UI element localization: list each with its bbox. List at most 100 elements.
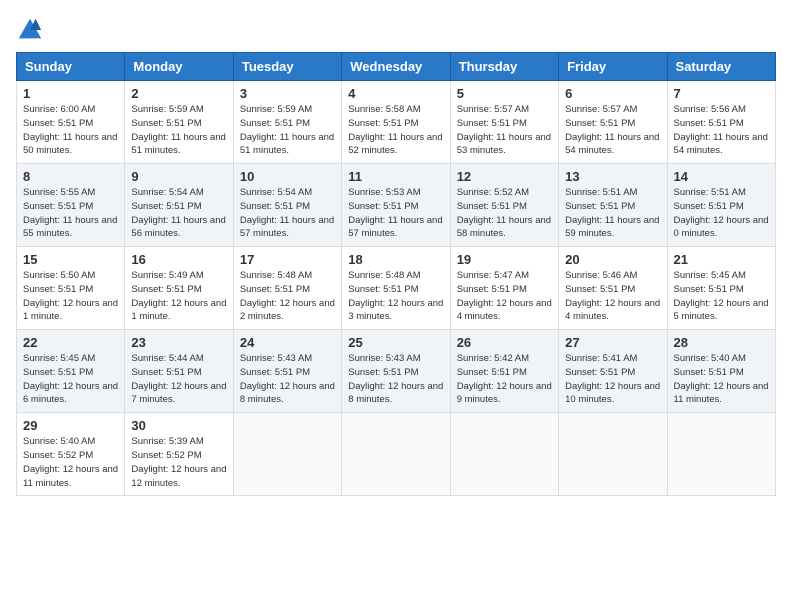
calendar-week-1: 1 Sunrise: 6:00 AMSunset: 5:51 PMDayligh… [17,81,776,164]
day-info: Sunrise: 5:44 AMSunset: 5:51 PMDaylight:… [131,352,226,407]
day-number: 11 [348,169,443,184]
calendar-cell: 9 Sunrise: 5:54 AMSunset: 5:51 PMDayligh… [125,164,233,247]
calendar-cell: 6 Sunrise: 5:57 AMSunset: 5:51 PMDayligh… [559,81,667,164]
day-number: 17 [240,252,335,267]
day-info: Sunrise: 5:40 AMSunset: 5:51 PMDaylight:… [674,352,769,407]
calendar-cell: 20 Sunrise: 5:46 AMSunset: 5:51 PMDaylig… [559,247,667,330]
day-info: Sunrise: 5:45 AMSunset: 5:51 PMDaylight:… [23,352,118,407]
day-info: Sunrise: 5:39 AMSunset: 5:52 PMDaylight:… [131,435,226,490]
calendar-cell: 21 Sunrise: 5:45 AMSunset: 5:51 PMDaylig… [667,247,775,330]
day-info: Sunrise: 5:42 AMSunset: 5:51 PMDaylight:… [457,352,552,407]
day-info: Sunrise: 5:51 AMSunset: 5:51 PMDaylight:… [674,186,769,241]
calendar-cell: 8 Sunrise: 5:55 AMSunset: 5:51 PMDayligh… [17,164,125,247]
day-number: 12 [457,169,552,184]
weekday-header-wednesday: Wednesday [342,53,450,81]
day-number: 10 [240,169,335,184]
weekday-header-row: SundayMondayTuesdayWednesdayThursdayFrid… [17,53,776,81]
calendar-cell: 14 Sunrise: 5:51 AMSunset: 5:51 PMDaylig… [667,164,775,247]
day-number: 2 [131,86,226,101]
calendar-cell [559,413,667,496]
calendar-table: SundayMondayTuesdayWednesdayThursdayFrid… [16,52,776,496]
day-number: 22 [23,335,118,350]
calendar-cell: 22 Sunrise: 5:45 AMSunset: 5:51 PMDaylig… [17,330,125,413]
calendar-cell: 30 Sunrise: 5:39 AMSunset: 5:52 PMDaylig… [125,413,233,496]
calendar-cell [342,413,450,496]
calendar-cell: 3 Sunrise: 5:59 AMSunset: 5:51 PMDayligh… [233,81,341,164]
day-number: 29 [23,418,118,433]
calendar-cell: 29 Sunrise: 5:40 AMSunset: 5:52 PMDaylig… [17,413,125,496]
day-number: 23 [131,335,226,350]
calendar-cell: 2 Sunrise: 5:59 AMSunset: 5:51 PMDayligh… [125,81,233,164]
day-info: Sunrise: 5:56 AMSunset: 5:51 PMDaylight:… [674,103,769,158]
day-number: 6 [565,86,660,101]
day-number: 1 [23,86,118,101]
page-header [16,16,776,44]
day-number: 14 [674,169,769,184]
day-info: Sunrise: 5:43 AMSunset: 5:51 PMDaylight:… [240,352,335,407]
day-info: Sunrise: 5:53 AMSunset: 5:51 PMDaylight:… [348,186,443,241]
day-number: 15 [23,252,118,267]
day-info: Sunrise: 6:00 AMSunset: 5:51 PMDaylight:… [23,103,118,158]
day-info: Sunrise: 5:47 AMSunset: 5:51 PMDaylight:… [457,269,552,324]
logo-icon [16,16,44,44]
day-info: Sunrise: 5:51 AMSunset: 5:51 PMDaylight:… [565,186,660,241]
day-info: Sunrise: 5:48 AMSunset: 5:51 PMDaylight:… [348,269,443,324]
day-number: 9 [131,169,226,184]
weekday-header-thursday: Thursday [450,53,558,81]
day-info: Sunrise: 5:43 AMSunset: 5:51 PMDaylight:… [348,352,443,407]
calendar-cell [667,413,775,496]
day-number: 18 [348,252,443,267]
day-info: Sunrise: 5:46 AMSunset: 5:51 PMDaylight:… [565,269,660,324]
calendar-cell: 27 Sunrise: 5:41 AMSunset: 5:51 PMDaylig… [559,330,667,413]
day-number: 25 [348,335,443,350]
calendar-cell: 7 Sunrise: 5:56 AMSunset: 5:51 PMDayligh… [667,81,775,164]
calendar-week-5: 29 Sunrise: 5:40 AMSunset: 5:52 PMDaylig… [17,413,776,496]
day-info: Sunrise: 5:49 AMSunset: 5:51 PMDaylight:… [131,269,226,324]
calendar-week-4: 22 Sunrise: 5:45 AMSunset: 5:51 PMDaylig… [17,330,776,413]
logo [16,16,48,44]
calendar-cell: 5 Sunrise: 5:57 AMSunset: 5:51 PMDayligh… [450,81,558,164]
day-info: Sunrise: 5:50 AMSunset: 5:51 PMDaylight:… [23,269,118,324]
day-info: Sunrise: 5:55 AMSunset: 5:51 PMDaylight:… [23,186,118,241]
day-number: 28 [674,335,769,350]
day-number: 13 [565,169,660,184]
day-info: Sunrise: 5:59 AMSunset: 5:51 PMDaylight:… [131,103,226,158]
day-info: Sunrise: 5:57 AMSunset: 5:51 PMDaylight:… [565,103,660,158]
day-info: Sunrise: 5:48 AMSunset: 5:51 PMDaylight:… [240,269,335,324]
day-number: 4 [348,86,443,101]
day-info: Sunrise: 5:54 AMSunset: 5:51 PMDaylight:… [131,186,226,241]
day-number: 20 [565,252,660,267]
calendar-cell: 12 Sunrise: 5:52 AMSunset: 5:51 PMDaylig… [450,164,558,247]
weekday-header-friday: Friday [559,53,667,81]
day-number: 27 [565,335,660,350]
day-number: 7 [674,86,769,101]
calendar-cell: 26 Sunrise: 5:42 AMSunset: 5:51 PMDaylig… [450,330,558,413]
day-info: Sunrise: 5:58 AMSunset: 5:51 PMDaylight:… [348,103,443,158]
day-number: 30 [131,418,226,433]
day-number: 16 [131,252,226,267]
day-number: 26 [457,335,552,350]
day-info: Sunrise: 5:54 AMSunset: 5:51 PMDaylight:… [240,186,335,241]
calendar-cell: 23 Sunrise: 5:44 AMSunset: 5:51 PMDaylig… [125,330,233,413]
day-number: 19 [457,252,552,267]
calendar-cell: 24 Sunrise: 5:43 AMSunset: 5:51 PMDaylig… [233,330,341,413]
calendar-cell: 25 Sunrise: 5:43 AMSunset: 5:51 PMDaylig… [342,330,450,413]
calendar-week-2: 8 Sunrise: 5:55 AMSunset: 5:51 PMDayligh… [17,164,776,247]
calendar-cell: 15 Sunrise: 5:50 AMSunset: 5:51 PMDaylig… [17,247,125,330]
calendar-cell: 1 Sunrise: 6:00 AMSunset: 5:51 PMDayligh… [17,81,125,164]
day-info: Sunrise: 5:45 AMSunset: 5:51 PMDaylight:… [674,269,769,324]
calendar-cell: 16 Sunrise: 5:49 AMSunset: 5:51 PMDaylig… [125,247,233,330]
calendar-cell: 17 Sunrise: 5:48 AMSunset: 5:51 PMDaylig… [233,247,341,330]
day-number: 21 [674,252,769,267]
day-number: 3 [240,86,335,101]
calendar-cell [233,413,341,496]
calendar-cell: 28 Sunrise: 5:40 AMSunset: 5:51 PMDaylig… [667,330,775,413]
calendar-cell: 10 Sunrise: 5:54 AMSunset: 5:51 PMDaylig… [233,164,341,247]
calendar-week-3: 15 Sunrise: 5:50 AMSunset: 5:51 PMDaylig… [17,247,776,330]
weekday-header-saturday: Saturday [667,53,775,81]
day-info: Sunrise: 5:59 AMSunset: 5:51 PMDaylight:… [240,103,335,158]
calendar-cell: 4 Sunrise: 5:58 AMSunset: 5:51 PMDayligh… [342,81,450,164]
day-number: 5 [457,86,552,101]
calendar-cell: 11 Sunrise: 5:53 AMSunset: 5:51 PMDaylig… [342,164,450,247]
day-info: Sunrise: 5:41 AMSunset: 5:51 PMDaylight:… [565,352,660,407]
